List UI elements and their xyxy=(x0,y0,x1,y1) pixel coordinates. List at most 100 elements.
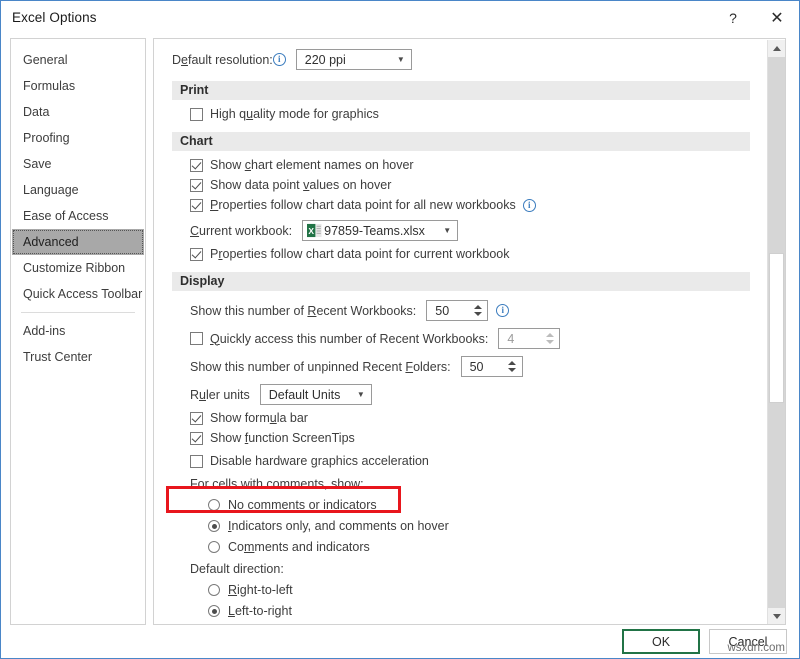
recent-workbooks-value: 50 xyxy=(435,304,471,318)
content-scrollbar[interactable] xyxy=(767,40,784,625)
properties-follow-all-new-label: Properties follow chart data point for a… xyxy=(210,198,516,212)
recent-workbooks-label: Show this number of Recent Workbooks: xyxy=(190,304,416,318)
section-header-print: Print xyxy=(172,81,750,100)
comments-group-label: For cells with comments, show: xyxy=(190,477,766,491)
sidebar-item-add-ins[interactable]: Add-ins xyxy=(11,318,145,344)
quick-access-recent-checkbox[interactable] xyxy=(190,332,203,345)
show-formula-bar-row[interactable]: Show formula bar xyxy=(190,411,766,425)
ruler-units-value: Default Units xyxy=(269,388,341,402)
cancel-button[interactable]: Cancel xyxy=(709,629,787,654)
comments-option-indicators-row[interactable]: Indicators only, and comments on hover xyxy=(208,519,766,533)
properties-follow-current-row[interactable]: Properties follow chart data point for c… xyxy=(190,247,766,261)
quick-access-recent-stepper[interactable]: 4 xyxy=(498,328,560,349)
options-sidebar: General Formulas Data Proofing Save Lang… xyxy=(10,38,146,625)
show-function-screentips-checkbox[interactable] xyxy=(190,432,203,445)
stepper-arrows xyxy=(543,329,559,348)
stepper-down-icon[interactable] xyxy=(508,368,516,372)
disable-hardware-acceleration-label: Disable hardware graphics acceleration xyxy=(210,454,429,468)
unpinned-folders-stepper[interactable]: 50 xyxy=(461,356,523,377)
info-icon[interactable]: i xyxy=(273,53,286,66)
show-function-screentips-row[interactable]: Show function ScreenTips xyxy=(190,431,766,445)
info-icon[interactable]: i xyxy=(496,304,509,317)
direction-option-rtl-radio[interactable] xyxy=(208,584,220,596)
properties-follow-current-checkbox[interactable] xyxy=(190,248,203,261)
comments-option-indicators-label: Indicators only, and comments on hover xyxy=(228,519,449,533)
scroll-down-icon[interactable] xyxy=(768,608,785,625)
direction-option-ltr-row[interactable]: Left-to-right xyxy=(208,604,766,618)
chevron-down-icon: ▼ xyxy=(383,55,405,64)
sidebar-item-formulas[interactable]: Formulas xyxy=(11,73,145,99)
sidebar-item-language[interactable]: Language xyxy=(11,177,145,203)
scroll-up-icon[interactable] xyxy=(768,40,785,57)
sidebar-item-customize-ribbon[interactable]: Customize Ribbon xyxy=(11,255,145,281)
info-icon[interactable]: i xyxy=(523,199,536,212)
unpinned-folders-row: Show this number of unpinned Recent Fold… xyxy=(190,356,766,377)
show-chart-element-names-label: Show chart element names on hover xyxy=(210,158,414,172)
direction-option-rtl-row[interactable]: Right-to-left xyxy=(208,583,766,597)
direction-option-rtl-label: Right-to-left xyxy=(228,583,293,597)
properties-follow-all-new-checkbox[interactable] xyxy=(190,199,203,212)
comments-option-none-radio[interactable] xyxy=(208,499,220,511)
sidebar-item-general[interactable]: General xyxy=(11,47,145,73)
show-data-point-values-row[interactable]: Show data point values on hover xyxy=(190,178,766,192)
scrollbar-track[interactable] xyxy=(768,57,785,608)
direction-group-label: Default direction: xyxy=(190,562,766,576)
comments-option-both-radio[interactable] xyxy=(208,541,220,553)
ok-button[interactable]: OK xyxy=(622,629,700,654)
dialog-body: General Formulas Data Proofing Save Lang… xyxy=(1,34,799,659)
default-resolution-value: 220 ppi xyxy=(305,53,346,67)
sidebar-item-data[interactable]: Data xyxy=(11,99,145,125)
high-quality-graphics-checkbox[interactable] xyxy=(190,108,203,121)
direction-option-ltr-radio[interactable] xyxy=(208,605,220,617)
disable-hardware-acceleration-row[interactable]: Disable hardware graphics acceleration xyxy=(190,454,766,468)
current-workbook-dropdown[interactable]: X 97859-Teams.xlsx ▼ xyxy=(302,220,458,241)
show-chart-element-names-row[interactable]: Show chart element names on hover xyxy=(190,158,766,172)
ruler-units-dropdown[interactable]: Default Units ▼ xyxy=(260,384,372,405)
high-quality-graphics-label: High quality mode for graphics xyxy=(210,107,379,121)
sidebar-item-save[interactable]: Save xyxy=(11,151,145,177)
stepper-arrows[interactable] xyxy=(471,301,487,320)
scrollbar-thumb[interactable] xyxy=(769,253,784,403)
stepper-up-icon[interactable] xyxy=(508,361,516,365)
show-chart-element-names-checkbox[interactable] xyxy=(190,159,203,172)
recent-workbooks-stepper[interactable]: 50 xyxy=(426,300,488,321)
comments-option-none-label: No comments or indicators xyxy=(228,498,377,512)
sidebar-item-quick-access-toolbar[interactable]: Quick Access Toolbar xyxy=(11,281,145,307)
default-resolution-dropdown[interactable]: 220 ppi ▼ xyxy=(296,49,412,70)
sidebar-divider xyxy=(21,312,135,313)
help-icon[interactable]: ? xyxy=(711,1,755,34)
options-content-panel: Default resolution: i 220 ppi ▼ Print Hi… xyxy=(153,38,786,625)
close-icon[interactable]: ✕ xyxy=(755,1,799,34)
properties-follow-all-new-row[interactable]: Properties follow chart data point for a… xyxy=(190,198,766,212)
quick-access-recent-row[interactable]: Quickly access this number of Recent Wor… xyxy=(190,328,766,349)
show-data-point-values-checkbox[interactable] xyxy=(190,179,203,192)
sidebar-item-trust-center[interactable]: Trust Center xyxy=(11,344,145,370)
dialog-footer: OK Cancel xyxy=(622,629,787,654)
default-resolution-label: Default resolution: xyxy=(172,53,273,67)
title-bar: Excel Options ? ✕ xyxy=(1,1,799,34)
quick-access-recent-label: Quickly access this number of Recent Wor… xyxy=(210,332,488,346)
high-quality-graphics-row[interactable]: High quality mode for graphics xyxy=(190,107,766,121)
disable-hardware-acceleration-checkbox[interactable] xyxy=(190,455,203,468)
show-data-point-values-label: Show data point values on hover xyxy=(210,178,391,192)
show-formula-bar-checkbox[interactable] xyxy=(190,412,203,425)
comments-option-indicators-radio[interactable] xyxy=(208,520,220,532)
comments-option-none-row[interactable]: No comments or indicators xyxy=(208,498,766,512)
stepper-down-icon[interactable] xyxy=(474,312,482,316)
page-title: Excel Options xyxy=(12,10,97,25)
advanced-options-list: Default resolution: i 220 ppi ▼ Print Hi… xyxy=(154,39,766,624)
stepper-up-icon xyxy=(546,333,554,337)
excel-file-icon: X xyxy=(307,223,322,238)
current-workbook-row: Current workbook: X 97859-Teams.xlsx xyxy=(190,220,766,241)
sidebar-item-proofing[interactable]: Proofing xyxy=(11,125,145,151)
quick-access-recent-value: 4 xyxy=(507,332,543,346)
svg-text:X: X xyxy=(309,226,315,236)
sidebar-item-ease-of-access[interactable]: Ease of Access xyxy=(11,203,145,229)
sidebar-item-advanced[interactable]: Advanced xyxy=(12,229,144,255)
stepper-arrows[interactable] xyxy=(506,357,522,376)
current-workbook-label: Current workbook: xyxy=(190,224,292,238)
direction-option-ltr-label: Left-to-right xyxy=(228,604,292,618)
comments-option-both-label: Comments and indicators xyxy=(228,540,370,554)
stepper-up-icon[interactable] xyxy=(474,305,482,309)
comments-option-both-row[interactable]: Comments and indicators xyxy=(208,540,766,554)
